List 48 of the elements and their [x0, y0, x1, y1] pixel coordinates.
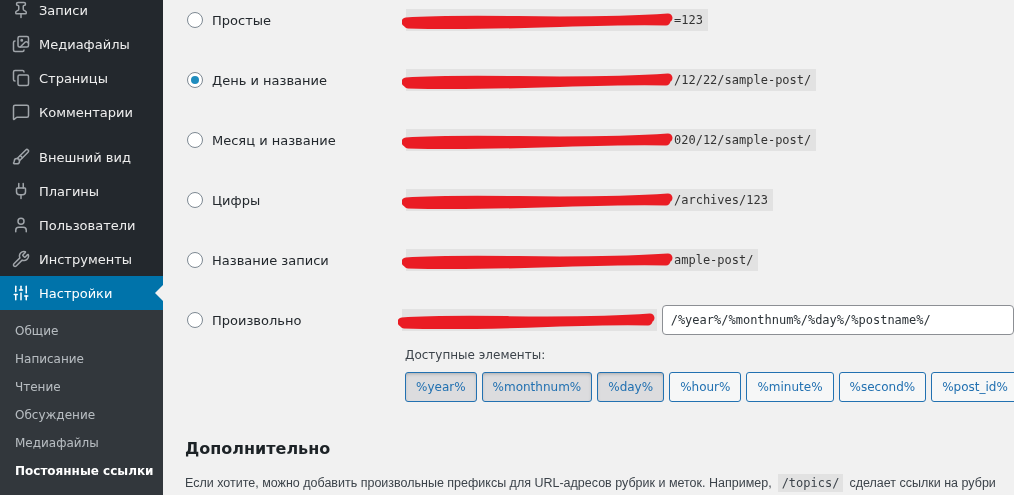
radio-button[interactable]	[187, 252, 203, 268]
radio-button[interactable]	[187, 192, 203, 208]
option-label: День и название	[212, 72, 328, 88]
wrench-icon	[12, 250, 30, 268]
menu-item[interactable]: Инструменты	[0, 242, 163, 276]
tag-button[interactable]: %minute%	[746, 372, 834, 402]
option-label: Название записи	[212, 252, 330, 268]
available-tags-label: Доступные элементы:	[405, 348, 547, 362]
tag-button[interactable]: %second%	[838, 372, 927, 402]
option-label: Простые	[212, 12, 272, 28]
menu-item[interactable]: Пользователи	[0, 208, 163, 242]
submenu-item[interactable]: Постоянные ссылки	[0, 457, 163, 485]
submenu-item[interactable]: Общие	[0, 317, 163, 345]
sliders-icon	[12, 284, 30, 302]
images-icon	[12, 35, 30, 53]
option-label: Произвольно	[212, 312, 303, 328]
menu-item[interactable]: Плагины	[0, 174, 163, 208]
description-text: сделает ссылки на рубри	[849, 476, 996, 490]
submenu-item[interactable]: Написание	[0, 345, 163, 373]
brush-icon	[12, 148, 30, 166]
pin-icon	[12, 1, 30, 19]
menu-item[interactable]: Медиафайлы	[0, 27, 163, 61]
radio-button[interactable]	[187, 132, 203, 148]
comment-icon	[12, 103, 30, 121]
code-sample: /topics/	[777, 474, 844, 492]
radio-button[interactable]	[187, 12, 203, 28]
radio-button[interactable]	[187, 72, 203, 88]
option-label: Цифры	[212, 192, 262, 208]
menu-item[interactable]: Записи	[0, 0, 163, 27]
structure-input[interactable]: /%year%/%monthnum%/%day%/%postname%/	[661, 305, 1014, 335]
description-text: Если хотите, можно добавить произвольные префиксы для URL-адресов рубрик и меток. Например,	[185, 476, 772, 490]
user-icon	[12, 216, 30, 234]
tag-button[interactable]: %post_id%	[931, 372, 1014, 402]
submenu-item[interactable]: Чтение	[0, 373, 163, 401]
menu-item[interactable]: Внешний вид	[0, 140, 163, 174]
tag-button[interactable]: %monthnum%	[481, 372, 593, 402]
submenu-item[interactable]: Медиафайлы	[0, 429, 163, 457]
menu-item[interactable]: Комментарии	[0, 95, 163, 129]
menu-item[interactable]: Настройки	[0, 276, 163, 310]
tag-button[interactable]: %day%	[597, 372, 665, 402]
option-label: Месяц и название	[212, 132, 337, 148]
menu-item[interactable]: Страницы	[0, 61, 163, 95]
tag-button[interactable]: %year%	[405, 372, 477, 402]
tag-button[interactable]: %hour%	[669, 372, 742, 402]
pages-icon	[12, 69, 30, 87]
section-heading: Дополнительно	[185, 438, 332, 460]
radio-button[interactable]	[187, 312, 203, 328]
submenu-item[interactable]: Обсуждение	[0, 401, 163, 429]
